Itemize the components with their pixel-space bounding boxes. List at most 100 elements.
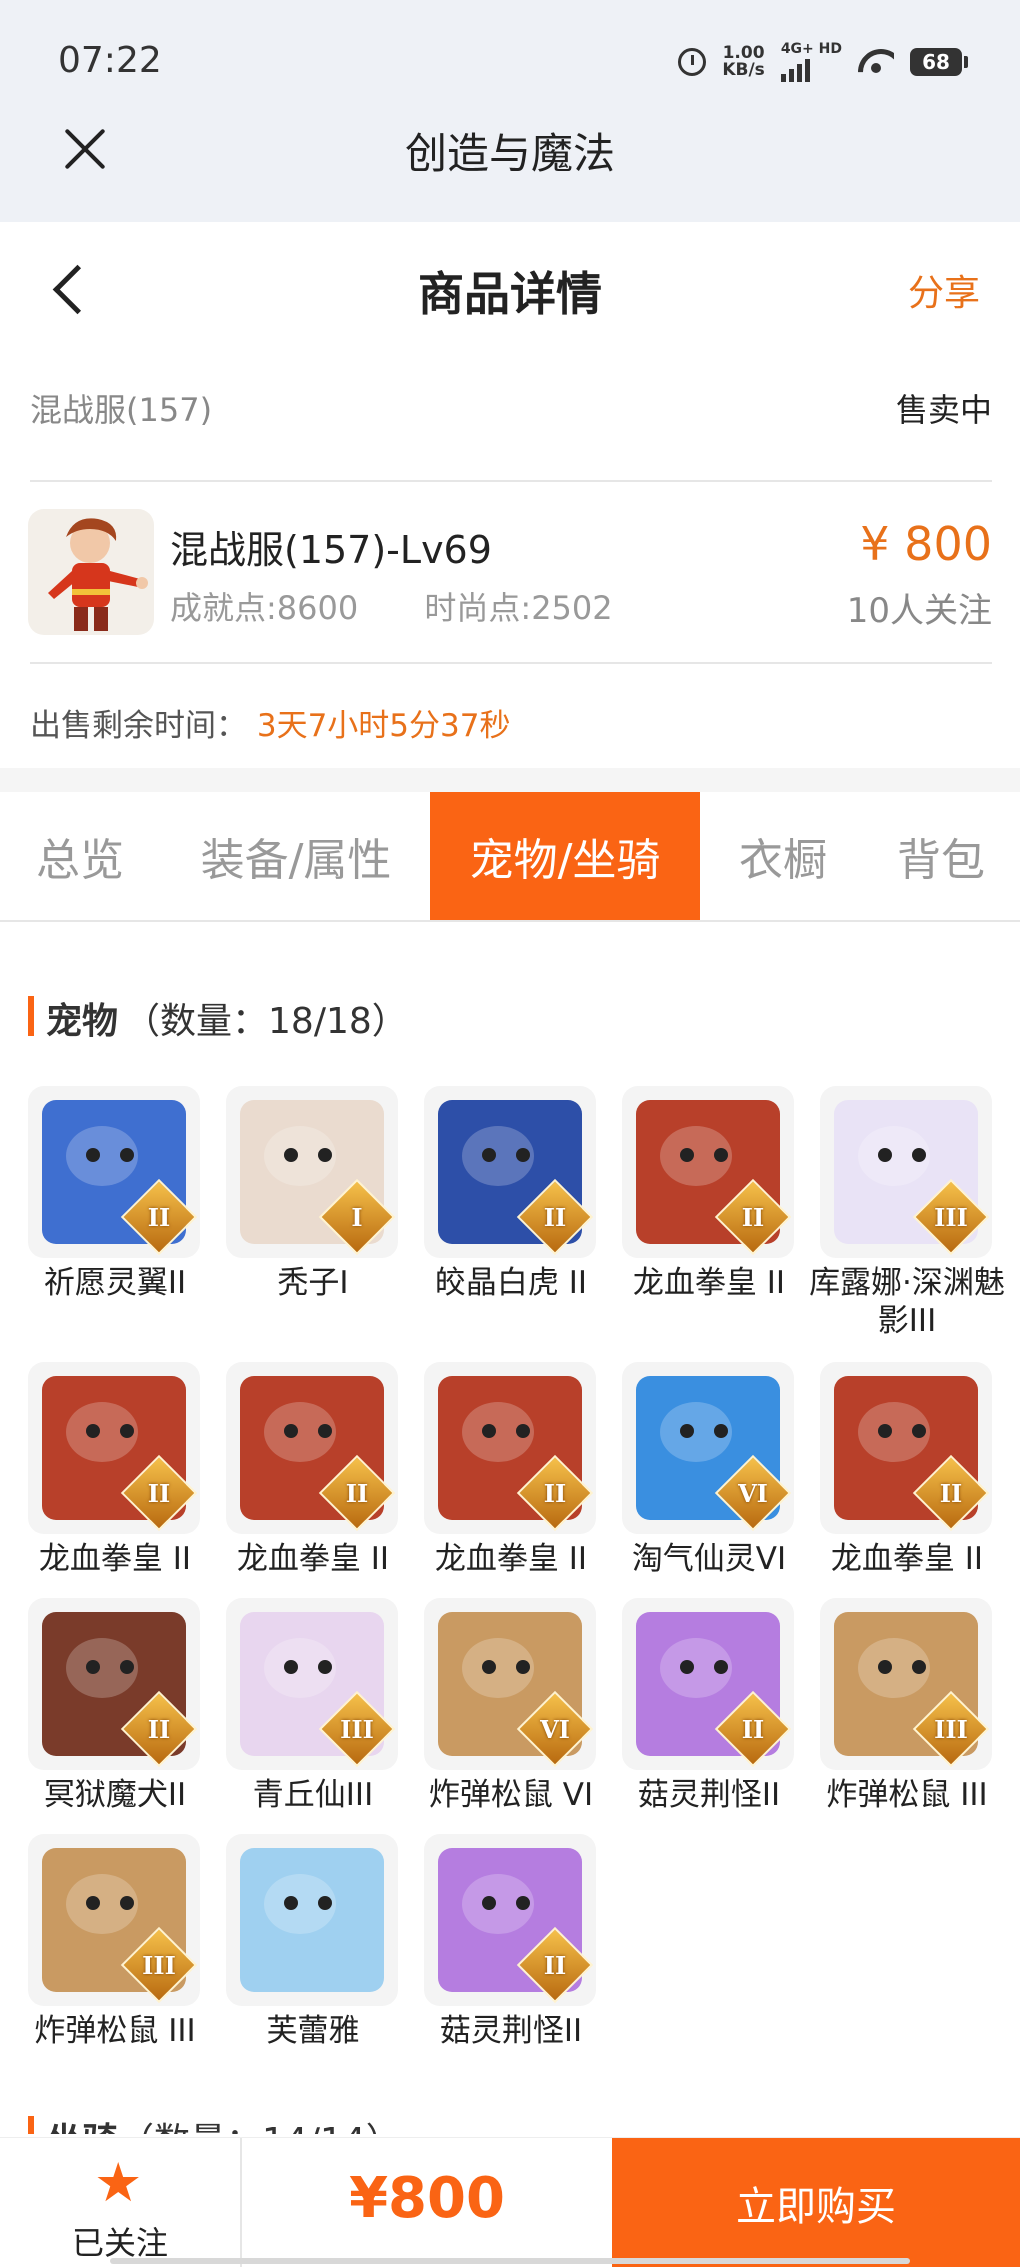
pet-thumbnail: II <box>622 1086 794 1258</box>
pet-eye <box>912 1424 926 1438</box>
pet-card[interactable]: 芙蕾雅 <box>226 1834 406 2050</box>
pet-card[interactable]: VI 炸弹松鼠 VI <box>424 1598 604 1814</box>
tab-overview[interactable]: 总览 <box>0 792 160 920</box>
pet-name: 芙蕾雅 <box>266 2013 360 2049</box>
divider <box>30 662 992 664</box>
buy-now-button[interactable]: 立即购买 <box>612 2138 1020 2267</box>
pet-card[interactable]: II 龙血拳皇 II <box>622 1086 802 1302</box>
pets-section-count: （数量：18/18） <box>124 1001 408 1042</box>
tier-label: II <box>939 1478 963 1508</box>
pet-card[interactable]: VI 淘气仙灵VI <box>622 1362 802 1578</box>
pet-card[interactable]: II 菇灵荆怪II <box>622 1598 802 1814</box>
pet-card[interactable]: II 皎晶白虎 II <box>424 1086 604 1302</box>
pet-eye <box>120 1148 134 1162</box>
pet-eye <box>318 1660 332 1674</box>
product-stats: 成就点:8600 时尚点:2502 <box>170 583 613 629</box>
wifi-icon <box>858 49 894 75</box>
pet-eye <box>714 1424 728 1438</box>
product-price: ¥ 800 <box>860 517 992 571</box>
pet-eye <box>878 1660 892 1674</box>
pet-card[interactable]: II 菇灵荆怪II <box>424 1834 604 2050</box>
app-top-area: 07:22 1.00 KB/s 4G+ HD 68 创造与魔法 <box>0 0 1020 222</box>
tier-label: II <box>543 1478 567 1508</box>
pet-eye <box>284 1896 298 1910</box>
pet-card[interactable]: II 龙血拳皇 II <box>424 1362 604 1578</box>
page-header: 商品详情 分享 <box>0 222 1020 352</box>
pet-name: 炸弹松鼠 III <box>34 2013 196 2049</box>
pet-card[interactable]: II 龙血拳皇 II <box>226 1362 406 1578</box>
pet-card[interactable]: III 库露娜·深渊魅影III <box>809 1086 1005 1340</box>
pet-thumbnail: VI <box>424 1598 596 1770</box>
pets-section-title: 宠物 <box>46 1001 119 1042</box>
pet-thumbnail: III <box>820 1598 992 1770</box>
mounts-section-title: 坐骑 <box>46 2121 118 2134</box>
share-button[interactable]: 分享 <box>908 264 980 316</box>
tier-label: II <box>543 1202 567 1232</box>
pet-card[interactable]: II 祈愿灵翼II <box>28 1086 208 1302</box>
pet-thumbnail: II <box>424 1086 596 1258</box>
character-avatar <box>28 509 154 635</box>
pet-eye <box>482 1148 496 1162</box>
app-title-bar: 创造与魔法 <box>0 110 1020 194</box>
network-type: 4G+ HD <box>780 41 842 82</box>
net-type-label: 4G+ HD <box>780 41 842 57</box>
pet-eye <box>86 1896 100 1910</box>
tab-pets-mounts[interactable]: 宠物/坐骑 <box>430 792 700 920</box>
pet-card[interactable]: I 秃子I <box>226 1086 406 1302</box>
pet-card[interactable]: III 青丘仙III <box>226 1598 406 1814</box>
pet-eye <box>878 1148 892 1162</box>
home-indicator[interactable] <box>110 2258 910 2264</box>
pet-eye <box>120 1660 134 1674</box>
pet-thumbnail: I <box>226 1086 398 1258</box>
pet-eye <box>284 1660 298 1674</box>
tier-label: III <box>934 1714 968 1744</box>
pet-eye <box>482 1660 496 1674</box>
status-icons: 1.00 KB/s 4G+ HD 68 <box>678 41 968 82</box>
pet-card[interactable]: III 炸弹松鼠 III <box>820 1598 1000 1814</box>
fashion-points: 时尚点:2502 <box>424 589 613 627</box>
pet-thumbnail: VI <box>622 1362 794 1534</box>
tab-wardrobe[interactable]: 衣橱 <box>718 792 848 920</box>
pet-eye <box>714 1660 728 1674</box>
pet-card[interactable]: II 冥狱魔犬II <box>28 1598 208 1814</box>
tab-equipment[interactable]: 装备/属性 <box>178 792 414 920</box>
pet-eye <box>318 1148 332 1162</box>
pet-thumbnail: III <box>820 1086 992 1258</box>
battery-icon: 68 <box>910 48 968 76</box>
pet-eye <box>912 1660 926 1674</box>
server-name: 混战服(157) <box>30 391 213 429</box>
pet-name: 祈愿灵翼II <box>43 1265 187 1301</box>
pet-name: 菇灵荆怪II <box>637 1777 781 1813</box>
pet-card[interactable]: II 龙血拳皇 II <box>28 1362 208 1578</box>
bottom-price: ¥800 <box>349 2166 505 2231</box>
pet-thumbnail: III <box>28 1834 200 2006</box>
pet-name: 淘气仙灵VI <box>631 1541 787 1577</box>
tab-bag[interactable]: 背包 <box>866 792 1016 920</box>
tier-label: II <box>147 1714 171 1744</box>
tier-label: II <box>741 1202 765 1232</box>
signal-icon <box>780 56 842 82</box>
pet-thumbnail: II <box>424 1362 596 1534</box>
pet-name: 龙血拳皇 II <box>236 1541 390 1577</box>
follow-button[interactable]: ★ 已关注 <box>0 2138 242 2267</box>
pet-card[interactable]: II 龙血拳皇 II <box>820 1362 1000 1578</box>
app-title: 创造与魔法 <box>404 129 615 178</box>
pet-eye <box>680 1424 694 1438</box>
pet-card[interactable]: III 炸弹松鼠 III <box>28 1834 208 2050</box>
pet-eye <box>86 1148 100 1162</box>
pet-eye <box>516 1148 530 1162</box>
tier-label: VI <box>540 1714 570 1744</box>
watcher-count: 10人关注 <box>846 591 992 631</box>
remaining-time-value: 3天7小时5分37秒 <box>256 708 511 744</box>
achievement-points: 成就点:8600 <box>170 589 359 627</box>
pet-thumbnail: II <box>28 1362 200 1534</box>
status-bar: 07:22 1.00 KB/s 4G+ HD 68 <box>0 36 1020 90</box>
pet-name: 皎晶白虎 II <box>434 1265 588 1301</box>
tier-label: II <box>741 1714 765 1744</box>
tier-label: I <box>351 1202 363 1232</box>
server-row: 混战服(157) 售卖中 <box>30 385 992 431</box>
remaining-time-row: 出售剩余时间： 3天7小时5分37秒 <box>30 700 510 745</box>
pet-name: 龙血拳皇 II <box>632 1265 786 1301</box>
network-speed: 1.00 KB/s <box>722 45 764 79</box>
pet-thumbnail: II <box>820 1362 992 1534</box>
